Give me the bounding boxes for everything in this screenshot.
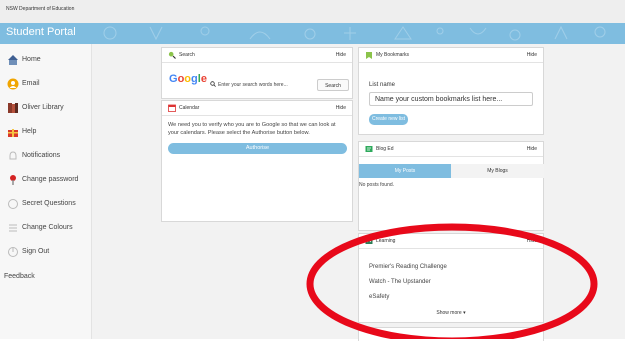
sidebar-item-email[interactable]: Email [0,72,91,96]
feedback-link[interactable]: Feedback [4,273,35,280]
bookmarks-card-hide-button[interactable]: Hide [527,52,537,58]
blog-card-header: Blog Ed Hide [359,142,543,157]
calendar-card-header: Calendar Hide [162,101,352,116]
bookmarks-card-header: My Bookmarks Hide [359,48,543,63]
sidebar-item-secret-questions[interactable]: Secret Questions [0,192,91,216]
calendar-card: Calendar Hide We need you to verify who … [161,100,353,222]
authorise-button[interactable]: Authorise [168,143,347,154]
power-icon [7,246,19,258]
library-icon [7,102,19,114]
sidebar-item-label: Oliver Library [22,104,64,111]
blog-card: Blog Ed Hide My Posts My Blogs No posts … [358,141,544,231]
no-posts-message: No posts found. [359,182,395,188]
home-icon [7,54,19,66]
search-icon [168,51,176,59]
calendar-card-title: Calendar [179,105,200,111]
sidebar-item-label: Change Colours [22,224,73,231]
google-logo-letter: G [169,73,178,85]
bell-icon [7,150,19,162]
learning-link-reading-challenge[interactable]: Premier's Reading Challenge [369,264,447,270]
banner-decoration [103,25,606,41]
list-name-label: List name [369,82,396,88]
calendar-message: We need you to verify who you are to Goo… [168,122,336,136]
learning-card-hide-button[interactable]: Hide [527,238,537,244]
blog-card-title: Blog Ed [376,146,394,152]
bookmark-icon [366,52,372,59]
portal-title: Student Portal [6,26,76,38]
show-more-link[interactable]: Show more ▾ [359,310,543,316]
learning-card: Learning Hide Premier's Reading Challeng… [358,233,544,323]
calendar-card-hide-button[interactable]: Hide [336,105,346,111]
sidebar-item-help[interactable]: Help [0,120,91,144]
portal-banner: Student Portal [0,23,625,44]
sidebar-item-notifications[interactable]: Notifications [0,144,91,168]
search-placeholder: Enter your search words here... [218,82,288,88]
main-content: Search Hide Google Enter your search wor… [92,44,625,341]
palette-icon [7,222,19,234]
sidebar-item-sign-out[interactable]: Sign Out [0,240,91,264]
create-new-list-button[interactable]: Create new list [369,114,408,125]
sidebar-item-label: Notifications [22,152,61,159]
tab-my-posts[interactable]: My Posts [359,164,451,178]
learning-card-header: Learning Hide [359,234,543,249]
key-icon [7,174,19,186]
bookmarks-card-title: My Bookmarks [376,52,410,58]
search-input[interactable]: Enter your search words here... [208,79,308,91]
google-logo: Google [169,73,207,85]
sidebar-item-label: Secret Questions [22,200,76,207]
help-icon [7,126,19,138]
calendar-icon [168,104,176,112]
sidebar-item-label: Email [22,80,40,87]
sidebar-item-label: Change password [22,176,79,183]
top-bar: NSW Department of Education [0,0,625,23]
sidebar: Home Email Oliver Library Help Notificat… [0,44,92,339]
learning-link-esafety[interactable]: eSafety [369,294,389,300]
search-card: Search Hide Google Enter your search wor… [161,47,353,99]
google-logo-letter: g [191,73,198,85]
tab-my-blogs[interactable]: My Blogs [451,164,544,178]
google-logo-letter: e [200,73,207,85]
sidebar-item-home[interactable]: Home [0,48,91,72]
search-card-header: Search Hide [162,48,352,63]
learning-card-title: Learning [376,238,396,244]
blog-card-hide-button[interactable]: Hide [527,146,537,152]
question-icon [7,198,19,210]
sidebar-item-change-colours[interactable]: Change Colours [0,216,91,240]
sidebar-item-library[interactable]: Oliver Library [0,96,91,120]
bookmarks-card: My Bookmarks Hide List name Name your cu… [358,47,544,135]
list-name-input[interactable]: Name your custom bookmarks list here... [369,92,533,106]
sidebar-item-label: Sign Out [22,248,50,255]
learning-icon [365,238,373,244]
magnifier-icon [210,81,216,87]
sidebar-item-change-password[interactable]: Change password [0,168,91,192]
search-button[interactable]: Search [317,79,349,91]
blog-tabs: My Posts My Blogs [359,164,544,178]
sidebar-item-label: Home [22,56,41,63]
learning-link-upstander[interactable]: Watch - The Upstander [369,279,431,285]
search-card-title: Search [179,52,195,58]
email-icon [7,78,19,90]
search-card-hide-button[interactable]: Hide [336,52,346,58]
blog-icon [365,146,373,152]
sidebar-item-label: Help [22,128,37,135]
department-name: NSW Department of Education [6,6,75,12]
